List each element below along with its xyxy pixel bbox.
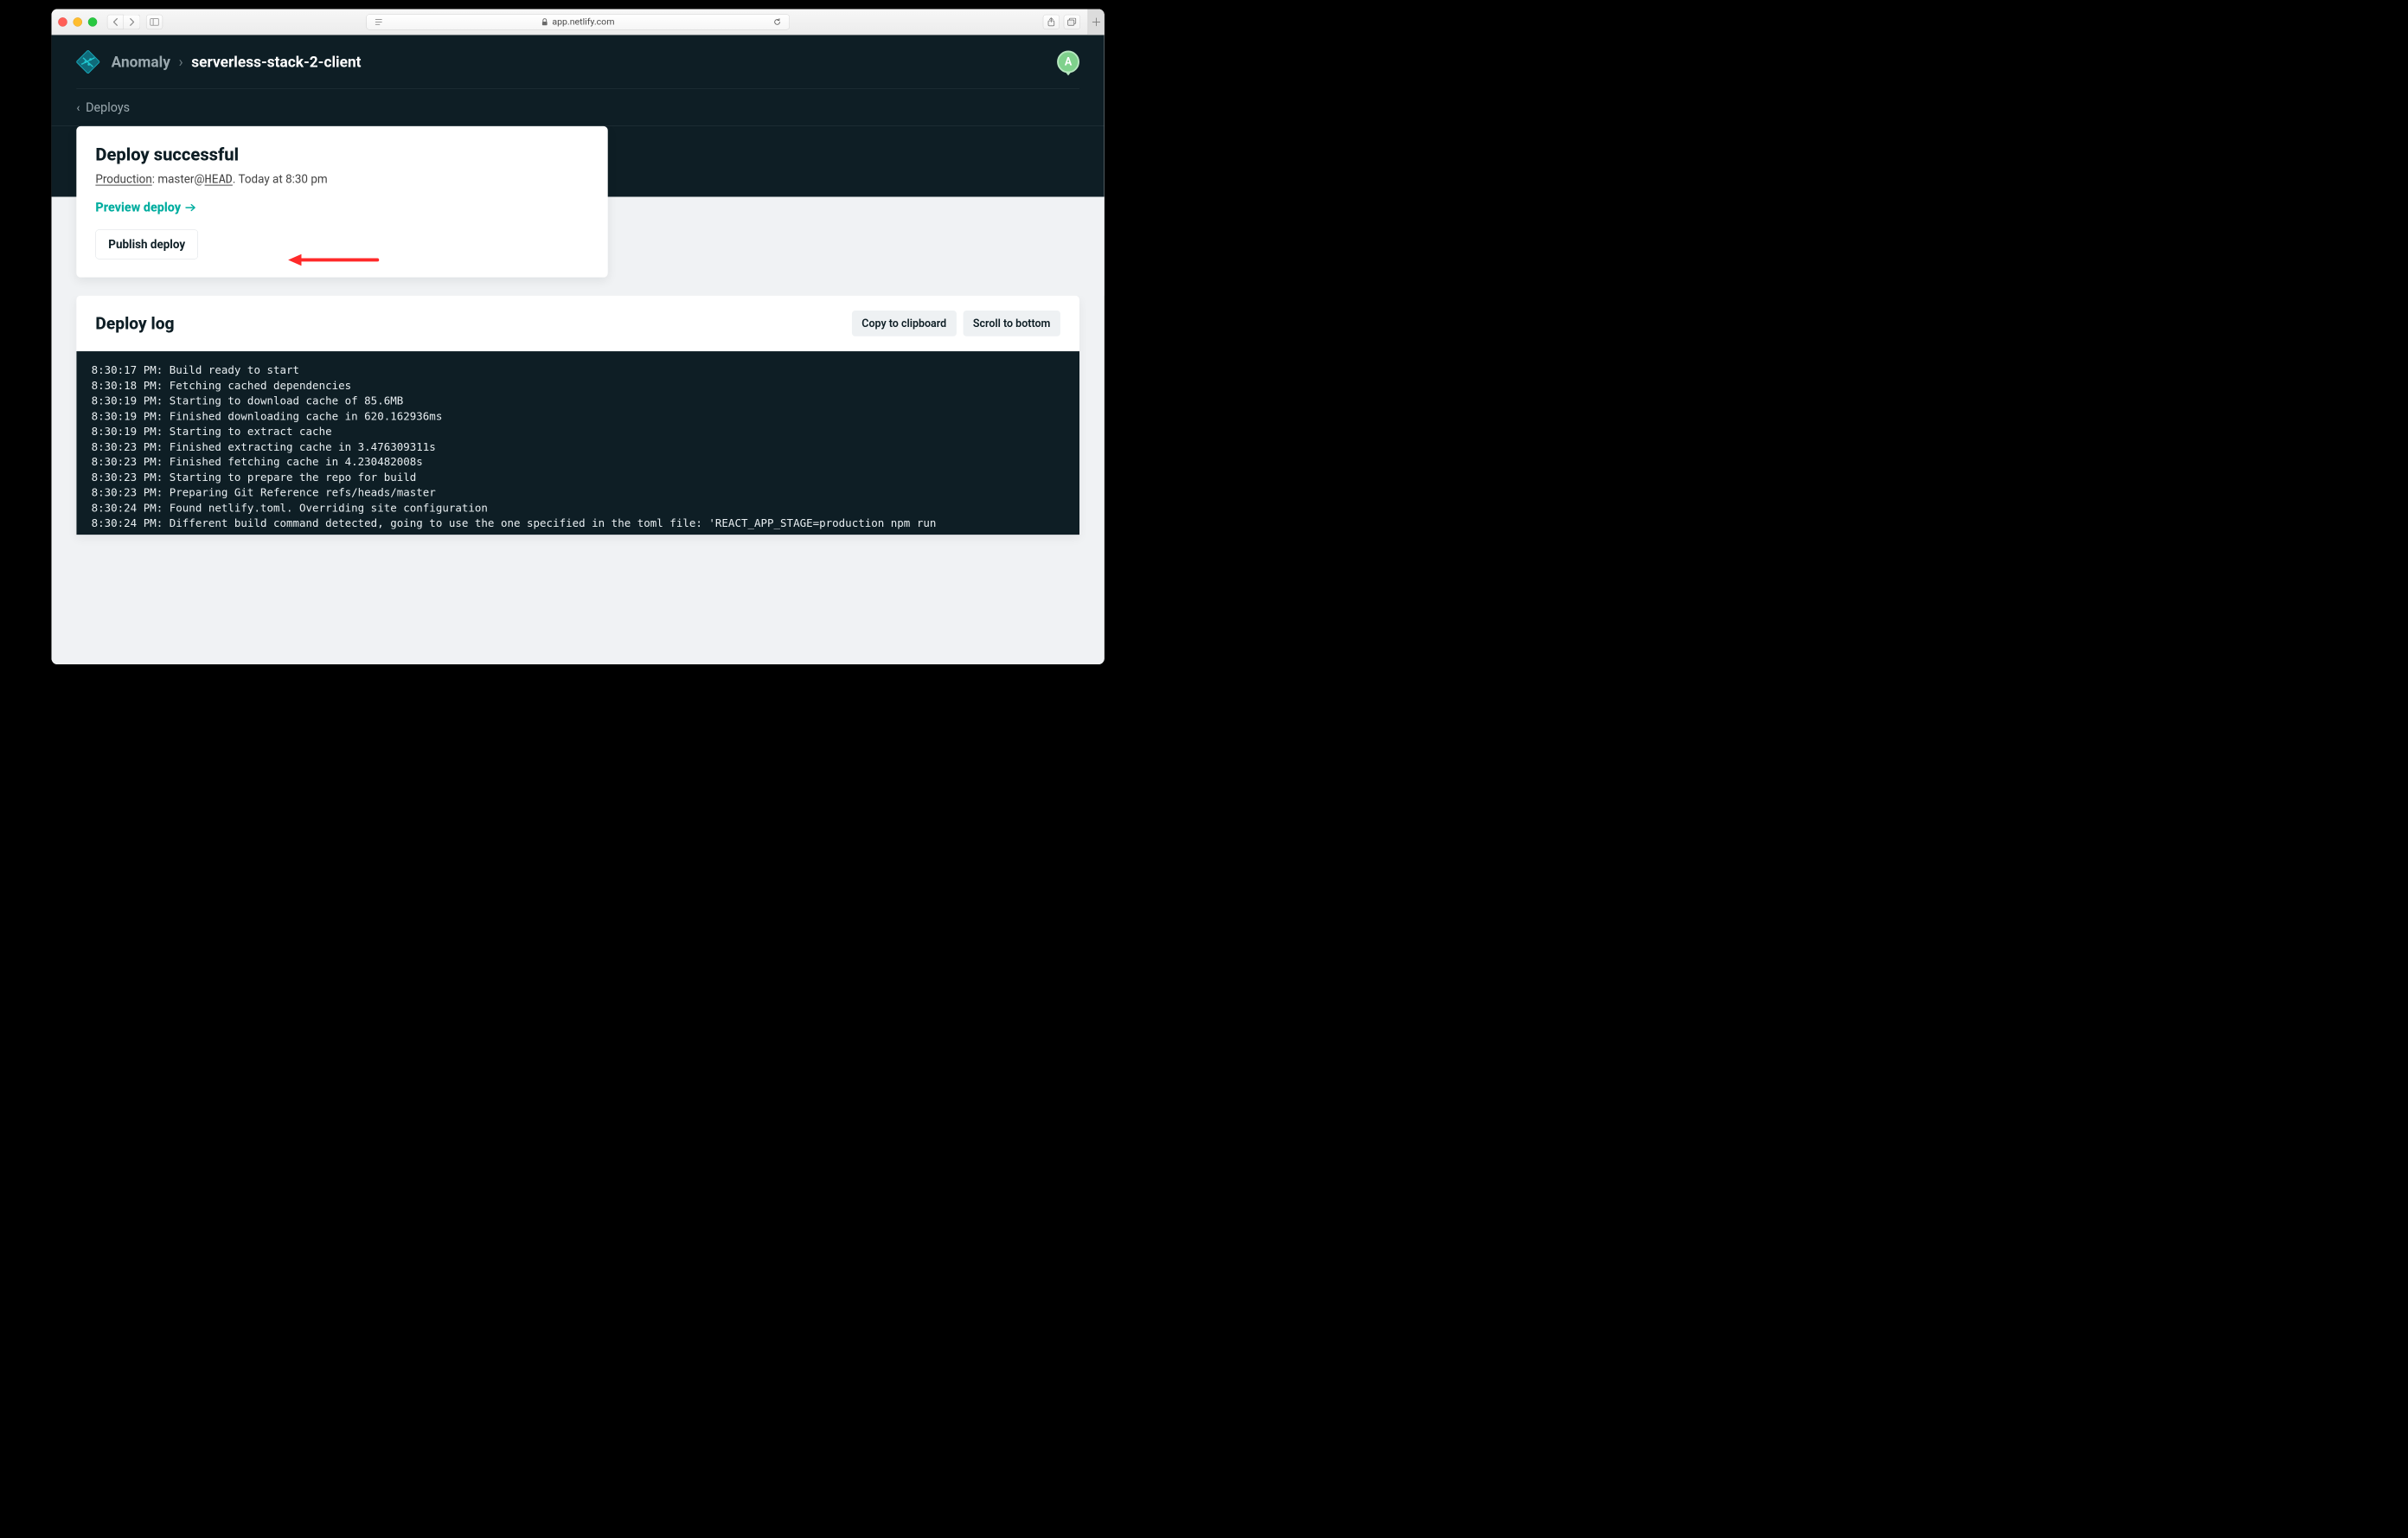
log-line: 8:30:23 PM: Finished fetching cache in 4… xyxy=(92,455,1065,471)
deploy-hero-zone: Deploy successful Production: master@HEA… xyxy=(52,126,1105,296)
reader-mode-button[interactable] xyxy=(371,18,387,25)
netlify-logo[interactable] xyxy=(76,50,99,74)
log-line: 8:30:24 PM: Different build command dete… xyxy=(92,516,1065,532)
nav-back-forward-group xyxy=(107,15,140,29)
deploy-status-title: Deploy successful xyxy=(95,144,588,165)
browser-chrome: app.netlify.com xyxy=(52,10,1105,35)
log-line: 8:30:23 PM: Finished extracting cache in… xyxy=(92,439,1065,455)
chevron-left-icon: ‹ xyxy=(76,100,80,114)
address-bar[interactable]: app.netlify.com xyxy=(366,14,790,29)
lock-icon xyxy=(541,18,548,26)
nav-back-button[interactable] xyxy=(107,15,124,29)
deploy-log-title: Deploy log xyxy=(95,314,174,334)
new-tab-button[interactable]: ＋ xyxy=(1088,10,1105,35)
window-minimize-button[interactable] xyxy=(73,17,82,27)
app-viewport: Anomaly › serverless-stack-2-client A ‹ … xyxy=(52,35,1105,664)
share-icon xyxy=(1047,17,1055,27)
log-line: 8:30:23 PM: Preparing Git Reference refs… xyxy=(92,485,1065,501)
deploy-meta: Production: master@HEAD. Today at 8:30 p… xyxy=(95,172,588,186)
nav-forward-button[interactable] xyxy=(124,15,140,29)
breadcrumb: Anomaly › serverless-stack-2-client xyxy=(112,53,362,70)
chevron-right-icon: › xyxy=(179,53,183,70)
back-label: Deploys xyxy=(86,100,130,115)
reader-icon xyxy=(375,18,382,25)
preview-deploy-link[interactable]: Preview deploy xyxy=(95,200,195,215)
deploy-log-header: Deploy log Copy to clipboard Scroll to b… xyxy=(76,296,1079,351)
browser-window: app.netlify.com xyxy=(52,10,1105,664)
publish-deploy-button[interactable]: Publish deploy xyxy=(95,229,198,259)
window-close-button[interactable] xyxy=(58,17,67,27)
log-line: 8:30:18 PM: Fetching cached dependencies xyxy=(92,378,1065,394)
log-line: 8:30:24 PM: Found netlify.toml. Overridi… xyxy=(92,501,1065,516)
deploy-environment[interactable]: Production xyxy=(95,172,151,186)
chevron-right-icon xyxy=(129,17,135,26)
log-line: 8:30:19 PM: Starting to extract cache xyxy=(92,424,1065,439)
sidebar-icon xyxy=(150,18,159,26)
breadcrumb-site[interactable]: serverless-stack-2-client xyxy=(191,53,361,70)
arrow-right-icon xyxy=(185,203,195,212)
log-line: 8:30:17 PM: Build ready to start xyxy=(92,363,1065,379)
deploy-log-panel: Deploy log Copy to clipboard Scroll to b… xyxy=(76,296,1079,535)
sidebar-toggle-button[interactable] xyxy=(146,15,163,29)
window-zoom-button[interactable] xyxy=(88,17,98,27)
back-to-deploys[interactable]: ‹ Deploys xyxy=(76,89,1079,126)
deploy-log-terminal[interactable]: 8:30:17 PM: Build ready to start8:30:18 … xyxy=(76,351,1079,535)
app-header: Anomaly › serverless-stack-2-client A xyxy=(76,35,1079,88)
deploy-ref[interactable]: HEAD xyxy=(205,172,233,186)
breadcrumb-team[interactable]: Anomaly xyxy=(112,53,170,70)
copy-log-button[interactable]: Copy to clipboard xyxy=(852,311,957,336)
app-header-area: Anomaly › serverless-stack-2-client A ‹ … xyxy=(52,35,1105,126)
deploy-timestamp: Today at 8:30 pm xyxy=(239,172,328,186)
user-avatar[interactable]: A xyxy=(1057,50,1079,73)
annotation-arrow xyxy=(288,252,380,268)
preview-deploy-label: Preview deploy xyxy=(95,200,181,215)
chevron-left-icon xyxy=(112,17,118,26)
reload-button[interactable] xyxy=(769,17,785,26)
share-button[interactable] xyxy=(1043,15,1060,29)
log-line: 8:30:19 PM: Finished downloading cache i… xyxy=(92,409,1065,425)
reload-icon xyxy=(773,17,782,26)
deploy-branch: master xyxy=(157,172,194,186)
tabs-button[interactable] xyxy=(1064,15,1080,29)
netlify-logo-icon xyxy=(76,50,99,74)
avatar-initial: A xyxy=(1065,55,1072,67)
traffic-lights xyxy=(58,17,97,27)
tabs-icon xyxy=(1067,17,1077,26)
scroll-to-bottom-button[interactable]: Scroll to bottom xyxy=(963,311,1060,336)
address-bar-host: app.netlify.com xyxy=(552,16,614,27)
log-line: 8:30:19 PM: Starting to download cache o… xyxy=(92,394,1065,409)
log-line: 8:30:23 PM: Starting to prepare the repo… xyxy=(92,471,1065,486)
